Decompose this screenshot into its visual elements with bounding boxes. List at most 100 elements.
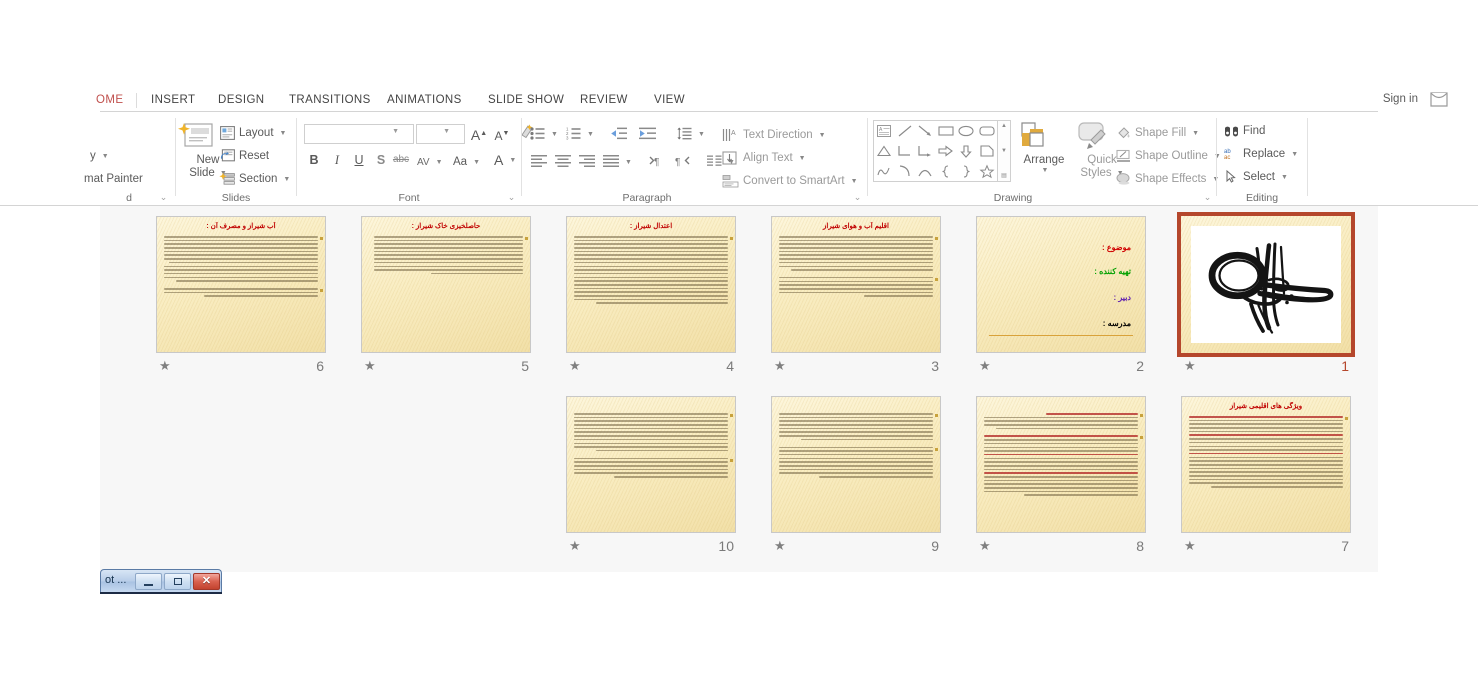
align-center-button[interactable] [555,152,571,172]
slide-thumbnail-2[interactable]: موضوع : تهیه کننده : دبیر : مدرسه : ★ 2 [976,216,1146,378]
shapes-gallery-scrollbar[interactable]: ▲ ▼ ▤ [998,120,1011,182]
shape-down-arrow-icon[interactable] [956,141,977,161]
dialog-launcher-icon[interactable]: ⌄ [1202,192,1213,203]
align-text-button[interactable]: Align Text ▼ [722,148,806,168]
chevron-down-icon[interactable]: ▼ [392,128,399,135]
shape-rectangle-icon[interactable] [936,121,957,141]
sign-in-link[interactable]: Sign in [1383,93,1418,105]
shape-scribble-icon[interactable] [874,161,895,181]
animation-star-icon[interactable]: ★ [1184,538,1196,554]
gallery-more-icon[interactable]: ▤ [1001,172,1007,179]
section-button[interactable]: Section ▼ [219,169,290,189]
underline-button[interactable]: U [349,150,369,170]
slide-thumbnail-frame[interactable] [1177,212,1355,357]
align-left-button[interactable] [531,152,547,172]
strikethrough-button[interactable]: abc [389,150,413,170]
tab-review[interactable]: REVIEW [574,90,634,112]
animation-star-icon[interactable]: ★ [364,358,376,374]
animation-star-icon[interactable]: ★ [1184,358,1196,374]
chevron-down-icon[interactable]: ▼ [443,128,450,135]
slide-thumbnail-frame[interactable]: آب شیراز و مصرف آن : [156,216,326,353]
slide-thumbnail-frame[interactable] [566,396,736,533]
shape-elbow-arrow-icon[interactable] [915,141,936,161]
shape-text-box-icon[interactable]: A [874,121,895,141]
animation-star-icon[interactable]: ★ [774,358,786,374]
slide-thumbnail-frame[interactable]: ویژگی های اقلیمی شیراز [1181,396,1351,533]
reset-button[interactable]: Reset [220,146,269,166]
shape-right-arrow-icon[interactable] [936,141,957,161]
shape-elbow-connector-icon[interactable] [895,141,916,161]
scroll-down-icon[interactable]: ▼ [1001,148,1007,154]
animation-star-icon[interactable]: ★ [569,358,581,374]
shape-effects-button[interactable]: Shape Effects ▼ [1116,169,1219,189]
tab-transitions[interactable]: TRANSITIONS [283,90,377,112]
select-button[interactable]: Select ▼ [1224,167,1288,187]
italic-button[interactable]: I [327,150,347,170]
shape-star-icon[interactable] [977,161,998,181]
change-case-button[interactable]: Aa ▼ [453,152,480,172]
justify-button[interactable]: ▼ [603,152,632,172]
animation-star-icon[interactable]: ★ [979,358,991,374]
bold-button[interactable]: B [304,150,324,170]
left-to-right-button[interactable]: ¶ [649,152,664,172]
slide-thumbnail-frame[interactable] [976,396,1146,533]
increase-font-size-button[interactable]: A▲ [469,124,489,144]
font-name-input[interactable]: ▼ [304,124,414,144]
shape-line-icon[interactable] [895,121,916,141]
slide-thumbnail-3[interactable]: اقلیم آب و هوای شیراز ★ 3 [771,216,941,378]
text-direction-button[interactable]: A Text Direction ▼ [722,125,826,145]
tab-home[interactable]: OME [90,90,129,112]
shape-curve-icon[interactable] [895,161,916,181]
slide-thumbnail-8[interactable]: ★ 8 [976,396,1146,558]
slide-thumbnail-frame[interactable]: اقلیم آب و هوای شیراز [771,216,941,353]
arrange-button[interactable]: Arrange ▼ [1013,117,1075,174]
slide-thumbnail-6[interactable]: آب شیراز و مصرف آن : ★ 6 [156,216,326,378]
dialog-launcher-icon[interactable]: ⌄ [158,192,169,203]
right-to-left-button[interactable]: ¶ [675,152,690,172]
format-painter-button[interactable]: mat Painter [84,169,143,189]
character-spacing-button[interactable]: AV ▼ [417,152,443,172]
scroll-up-icon[interactable]: ▲ [1001,123,1007,129]
copy-button[interactable]: y ▼ [90,146,109,166]
tab-animations[interactable]: ANIMATIONS [381,90,468,112]
font-size-input[interactable]: ▼ [416,124,465,144]
decrease-font-size-button[interactable]: A▼ [492,124,512,144]
minimize-icon[interactable] [135,573,162,590]
shape-ellipse-icon[interactable] [956,121,977,141]
convert-to-smartart-button[interactable]: Convert to SmartArt ▼ [722,171,858,191]
tab-view[interactable]: VIEW [648,90,691,112]
tab-design[interactable]: DESIGN [212,90,271,112]
animation-star-icon[interactable]: ★ [569,538,581,554]
shape-fill-button[interactable]: Shape Fill ▼ [1116,123,1199,143]
shape-arrow-icon[interactable] [915,121,936,141]
tab-slide-show[interactable]: SLIDE SHOW [482,90,570,112]
dialog-launcher-icon[interactable]: ⌄ [506,192,517,203]
slide-thumbnail-frame[interactable]: اعتدال شیراز : [566,216,736,353]
background-window-titlebar[interactable]: ot ... ✕ [100,569,222,593]
slide-thumbnail-7[interactable]: ویژگی های اقلیمی شیراز ★ 7 [1181,396,1351,558]
shape-left-brace-icon[interactable] [936,161,957,181]
dialog-launcher-icon[interactable]: ⌄ [852,192,863,203]
shape-arc-icon[interactable] [915,161,936,181]
shape-triangle-icon[interactable] [874,141,895,161]
bullets-button[interactable]: ▼ [530,124,558,144]
slide-thumbnail-5[interactable]: حاصلخیزی خاک شیراز : ★ 5 [361,216,531,378]
font-color-button[interactable]: A ▼ [494,150,516,170]
tab-insert[interactable]: INSERT [145,90,201,112]
shape-pentagon-icon[interactable] [977,141,998,161]
slide-thumbnail-frame[interactable] [771,396,941,533]
shapes-gallery[interactable]: A [873,120,998,182]
close-icon[interactable]: ✕ [193,573,220,590]
increase-indent-button[interactable] [639,124,656,144]
shape-right-brace-icon[interactable] [956,161,977,181]
numbering-button[interactable]: 123 ▼ [566,124,594,144]
slide-thumbnail-4[interactable]: اعتدال شیراز : ★ 4 [566,216,736,378]
animation-star-icon[interactable]: ★ [979,538,991,554]
shape-rounded-rectangle-icon[interactable] [977,121,998,141]
account-icon[interactable] [1428,92,1450,108]
shape-outline-button[interactable]: Shape Outline ▼ [1116,146,1221,166]
slide-thumbnail-9[interactable]: ★ 9 [771,396,941,558]
animation-star-icon[interactable]: ★ [159,358,171,374]
align-right-button[interactable] [579,152,595,172]
decrease-indent-button[interactable] [610,124,627,144]
